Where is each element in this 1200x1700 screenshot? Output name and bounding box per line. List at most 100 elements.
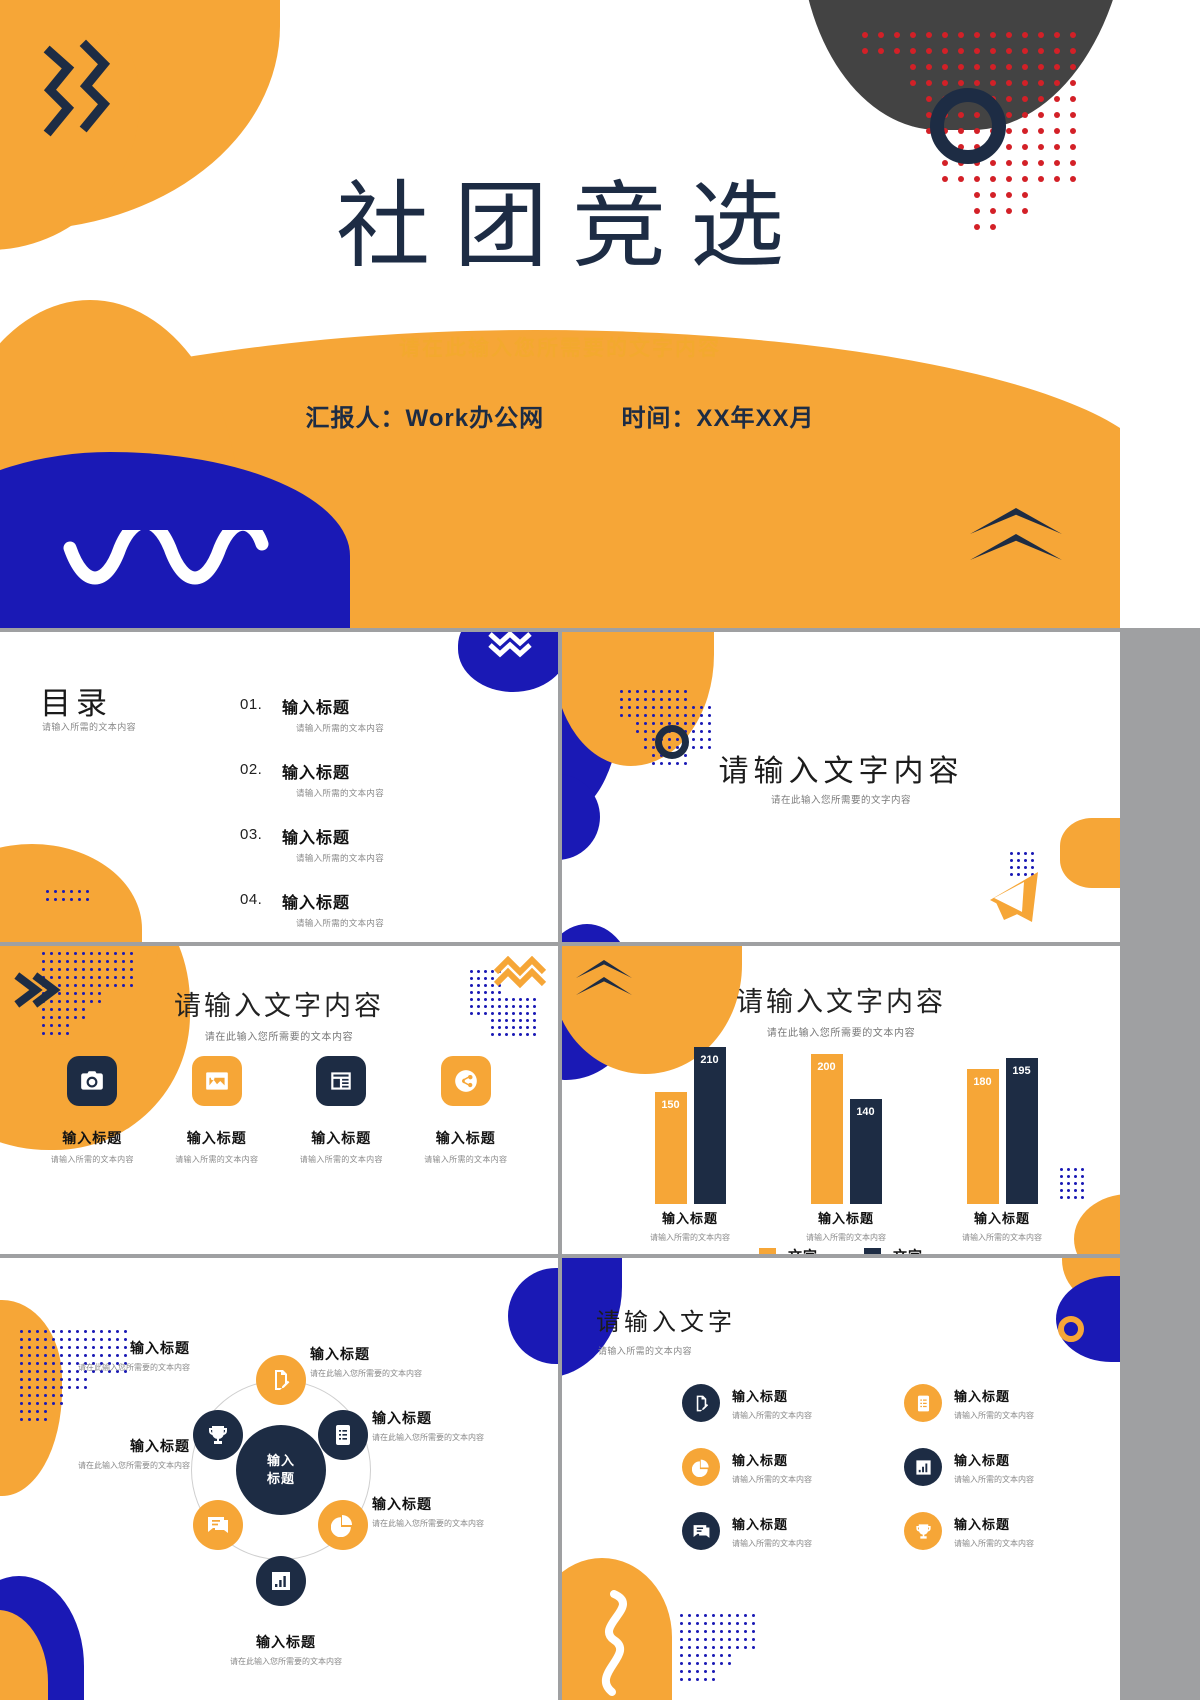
icons-subtitle: 请在此输入您所需要的文本内容 (204, 1032, 354, 1043)
item-title: 输入标题 (282, 765, 351, 782)
trophy-icon (209, 1426, 227, 1444)
cell-title: 输入标题 (732, 1452, 789, 1468)
checklist-icon-tile[interactable] (904, 1384, 942, 1422)
share-icon-tile[interactable] (440, 1056, 491, 1106)
icon-grid-slide: 请输入文字 请输入所需的文本内容 输入标题 请输入所需的文本内容 输入标题 请输入所… (562, 1258, 1120, 1700)
bar[interactable]: 140 (849, 1099, 882, 1204)
bar-chart-icon-tile[interactable] (904, 1448, 942, 1486)
white-wave-icon (63, 530, 269, 585)
category-sub: 请输入所需的文本内容 (650, 1233, 730, 1242)
icon-column[interactable]: 输入标题 请输入所需的文本内容 (281, 1056, 401, 1165)
bar-value: 140 (856, 1106, 875, 1118)
list-item[interactable]: 03. 输入标题 请输入所需的文本内容 (240, 824, 540, 864)
node-bar-chart[interactable] (256, 1556, 306, 1606)
list-item[interactable]: 02. 输入标题 请输入所需的文本内容 (240, 759, 540, 799)
title-meta: 汇报人：Work办公网 时间：XX年XX月 (0, 398, 1120, 433)
diagram-label-2: 输入标题 请在此输入您所需要的文本内容 (372, 1408, 484, 1443)
legend-entry[interactable]: 文字 (864, 1246, 923, 1254)
grid-cell[interactable]: 输入标题 请输入所需的文本内容 (682, 1384, 886, 1422)
ring-circle-icon (1058, 1316, 1084, 1342)
item-number: 02. (240, 761, 263, 778)
label-title: 输入标题 (310, 1346, 370, 1362)
diagram-label-6: 输入标题 请在此输入您所需要的文本内容 (186, 1632, 386, 1667)
share-icon (454, 1070, 477, 1092)
label-title: 输入标题 (256, 1634, 316, 1650)
item-sub: 请输入所需的文本内容 (296, 918, 385, 928)
icon-column[interactable]: 输入标题 请输入所需的文本内容 (406, 1056, 526, 1165)
catalog-heading-sub: 请输入所需的文本内容 (42, 722, 137, 732)
bar[interactable]: 150 (654, 1092, 687, 1204)
bar[interactable]: 210 (693, 1047, 726, 1204)
checklist-icon (917, 1395, 929, 1411)
bar-group: 200 140 (771, 1054, 921, 1204)
category-label: 输入标题 (661, 1211, 718, 1226)
slide-deck: 社团竞选 请在此输入您所需要的文字内容 汇报人：Work办公网 时间：XX年XX… (0, 0, 1200, 1700)
bar-value: 200 (817, 1061, 836, 1073)
icons-title: 请输入文字内容 (174, 991, 384, 1021)
chat-icon (693, 1524, 709, 1538)
icon-row: 输入标题 请输入所需的文本内容 输入标题 请输入所需的文本内容 输入标题 请输入… (0, 1056, 558, 1165)
icon-sub: 请输入所需的文本内容 (175, 1155, 259, 1164)
legend-swatch (864, 1247, 881, 1254)
legend-entry[interactable]: 文字 (759, 1246, 818, 1254)
bar[interactable]: 180 (966, 1069, 999, 1204)
icon-column[interactable]: 输入标题 请输入所需的文本内容 (157, 1056, 277, 1165)
grid-cell[interactable]: 输入标题 请输入所需的文本内容 (682, 1512, 886, 1550)
category-sub: 请输入所需的文本内容 (806, 1233, 886, 1242)
node-document-edit[interactable] (256, 1355, 306, 1405)
catalog-heading: 目录 (40, 686, 112, 721)
diagram-label-4: 输入标题 请在此输入您所需要的文本内容 (0, 1338, 190, 1373)
cell-sub: 请输入所需的文本内容 (954, 1410, 1034, 1420)
label-title: 输入标题 (130, 1438, 190, 1454)
legend-label: 文字 (788, 1246, 818, 1254)
node-chat[interactable] (193, 1500, 243, 1550)
grid-cell[interactable]: 输入标题 请输入所需的文本内容 (904, 1512, 1108, 1550)
diagram-label-3: 输入标题 请在此输入您所需要的文本内容 (372, 1494, 484, 1529)
orange-circle-right (1074, 1194, 1120, 1254)
diagram-label-5: 输入标题 请在此输入您所需要的文本内容 (0, 1436, 190, 1471)
node-checklist[interactable] (318, 1410, 368, 1460)
node-trophy[interactable] (193, 1410, 243, 1460)
bar-chart-icon (915, 1459, 931, 1475)
bar-value: 195 (1012, 1065, 1031, 1077)
orange-blob-right (1060, 818, 1120, 888)
label-sub: 请在此输入您所需要的文本内容 (372, 1433, 484, 1442)
diagram-label-1: 输入标题 请在此输入您所需要的文本内容 (310, 1344, 422, 1379)
pie-chart-icon-tile[interactable] (682, 1448, 720, 1486)
list-item[interactable]: 04. 输入标题 请输入所需的文本内容 (240, 889, 540, 929)
image-icon-tile[interactable] (191, 1056, 242, 1106)
grid-cell[interactable]: 输入标题请输入所需的文本内容 (904, 1384, 1108, 1422)
item-sub: 请输入所需的文本内容 (296, 723, 385, 733)
label-sub: 请在此输入您所需要的文本内容 (230, 1657, 342, 1666)
icon-sub: 请输入所需的文本内容 (424, 1155, 508, 1164)
category-sub: 请输入所需的文本内容 (962, 1233, 1042, 1242)
legend-swatch (759, 1247, 776, 1254)
diagram-center: 输入 标题 (236, 1425, 326, 1515)
chat-icon-tile[interactable] (682, 1512, 720, 1550)
bar[interactable]: 200 (810, 1054, 843, 1204)
bar-value: 150 (661, 1099, 680, 1111)
node-pie-chart[interactable] (318, 1500, 368, 1550)
section-title: 请输入文字内容 (718, 755, 964, 788)
document-edit-icon-tile[interactable] (682, 1384, 720, 1422)
label-sub: 请在此输入您所需要的文本内容 (310, 1369, 422, 1378)
grid-cell[interactable]: 输入标题 请输入所需的文本内容 (682, 1448, 886, 1486)
cell-title: 输入标题 (954, 1452, 1011, 1468)
cell-title: 输入标题 (954, 1388, 1011, 1404)
cell-title: 输入标题 (732, 1388, 789, 1404)
white-wave-vertical-icon (601, 1590, 627, 1696)
trophy-icon-tile[interactable] (904, 1512, 942, 1550)
label-sub: 请在此输入您所需要的文本内容 (78, 1363, 190, 1372)
label-title: 输入标题 (372, 1410, 432, 1426)
list-item[interactable]: 01. 输入标题 请输入所需的文本内容 (240, 694, 540, 734)
icon-column[interactable]: 输入标题 请输入所需的文本内容 (32, 1056, 152, 1165)
slide-right-padding (1120, 0, 1200, 628)
news-card-icon-tile[interactable] (316, 1056, 367, 1106)
grid-cell[interactable]: 输入标题 请输入所需的文本内容 (904, 1448, 1108, 1486)
label-sub: 请在此输入您所需要的文本内容 (78, 1461, 190, 1470)
bar-chart-icon (272, 1572, 290, 1590)
bar[interactable]: 195 (1005, 1058, 1038, 1204)
news-card-icon (331, 1072, 351, 1090)
chart-slide: 请输入文字内容 请在此输入您所需要的文本内容 150 210 200 140 180 19… (562, 946, 1120, 1254)
camera-icon-tile[interactable] (67, 1056, 118, 1106)
